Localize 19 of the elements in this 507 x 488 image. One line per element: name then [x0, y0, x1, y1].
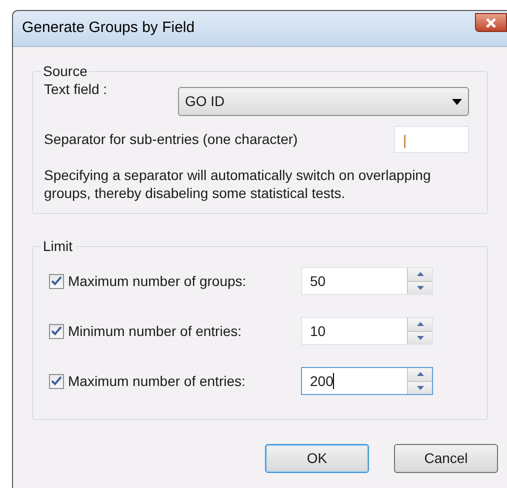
- spinner-value: 10: [310, 322, 326, 340]
- checkbox-label: Maximum number of entries:: [68, 372, 246, 390]
- dialog-button[interactable]: OK: [265, 444, 369, 473]
- number-spinner[interactable]: 50: [301, 267, 433, 295]
- number-spinner[interactable]: 200: [301, 367, 433, 395]
- checkbox-label: Minimum number of entries:: [68, 322, 243, 340]
- field-dropdown[interactable]: GO ID: [178, 87, 469, 116]
- group-label: Source: [42, 62, 88, 81]
- separator-label: Separator for sub-entries (one character): [44, 130, 298, 149]
- separator-input[interactable]: |: [394, 126, 469, 153]
- dialog-button[interactable]: Cancel: [394, 444, 498, 473]
- spinner-value: 200: [310, 372, 334, 390]
- field-label: Text field :: [44, 80, 108, 99]
- spinner-value: 50: [310, 272, 326, 290]
- group-label: Limit: [42, 237, 74, 256]
- window-title: Generate Groups by Field: [22, 18, 195, 38]
- checkbox-label: Maximum number of groups:: [68, 272, 248, 291]
- number-spinner[interactable]: 10: [301, 317, 433, 345]
- separator-note: Specifying a separator will automatically switch on overlapping groups, thereby disabeling some statistical tests.: [44, 166, 432, 202]
